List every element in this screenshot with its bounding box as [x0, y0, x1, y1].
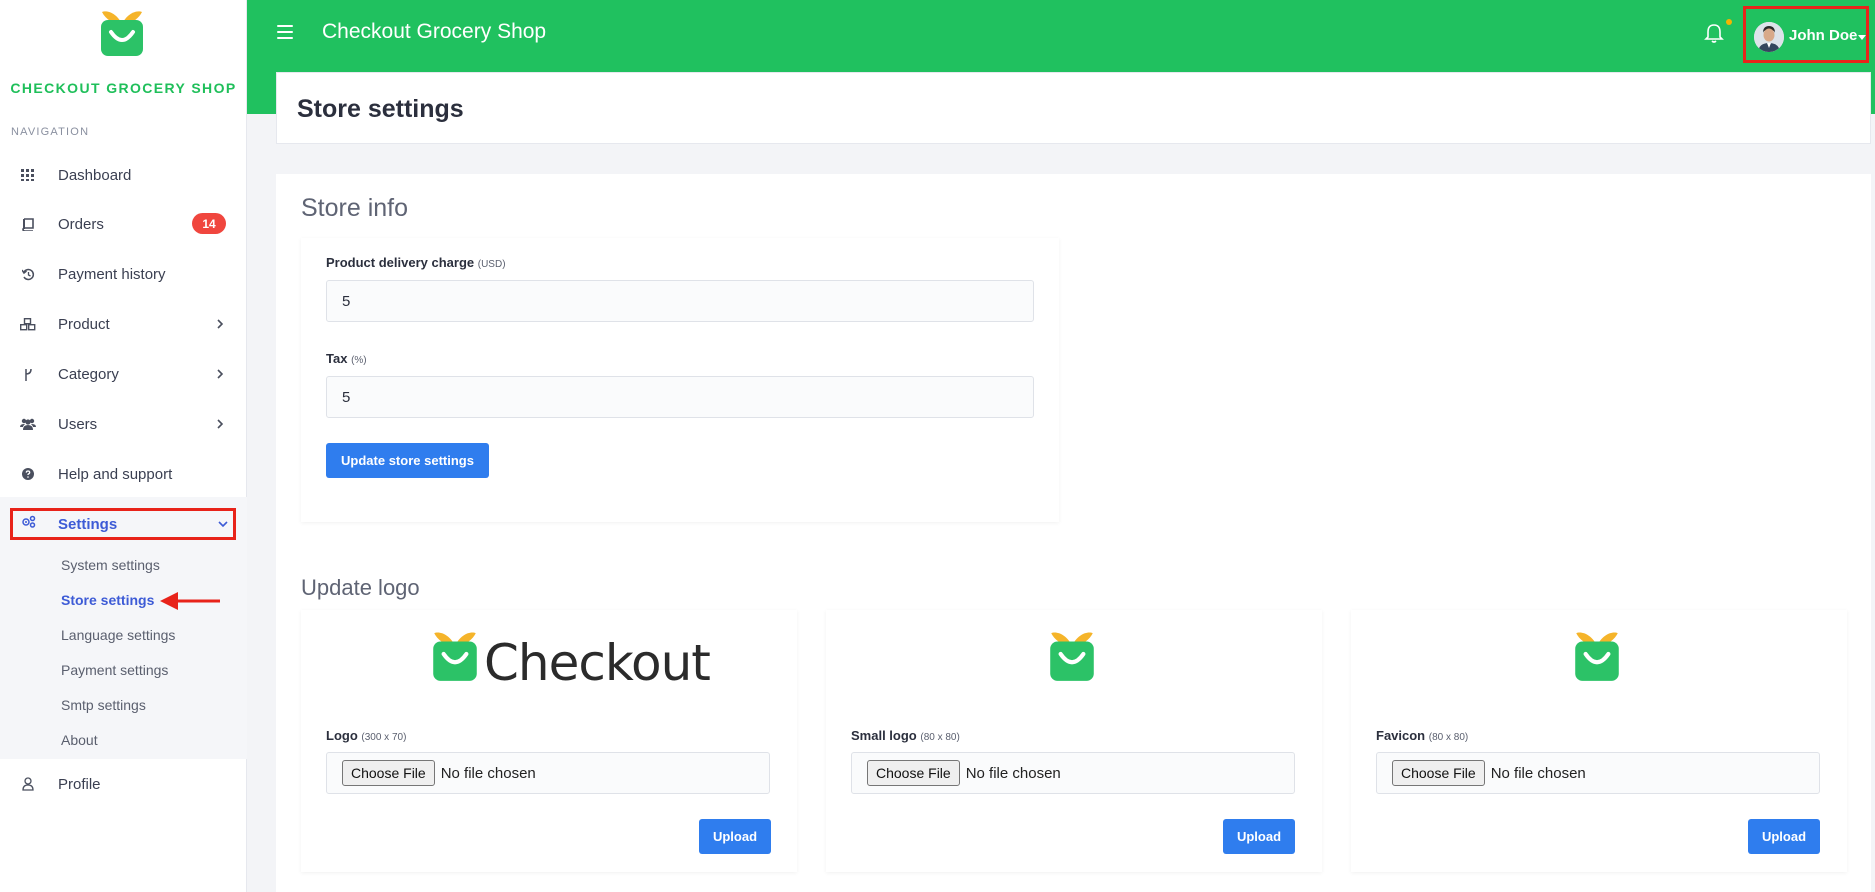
tax-label: Tax (%): [326, 351, 367, 366]
update-store-settings-button[interactable]: Update store settings: [326, 443, 489, 478]
branch-icon: [20, 366, 36, 382]
sidebar-item-label: Dashboard: [58, 166, 132, 184]
grid-icon: [20, 167, 36, 183]
upload-logo-button[interactable]: Upload: [699, 819, 771, 854]
small-logo-label-text: Small logo: [851, 728, 917, 743]
small-logo-size-hint: (80 x 80): [920, 732, 960, 743]
user-name: John Doe: [1789, 27, 1858, 44]
sidebar-item-users[interactable]: Users: [0, 404, 247, 444]
upload-favicon-button[interactable]: Upload: [1748, 819, 1820, 854]
users-icon: [20, 416, 36, 432]
file-status: No file chosen: [965, 764, 1061, 782]
sidebar: CHECKOUT GROCERY SHOP NAVIGATION Dashboa…: [0, 0, 247, 892]
sidebar-item-settings[interactable]: Settings: [10, 508, 236, 540]
small-logo-preview-icon: [1050, 632, 1094, 681]
user-menu[interactable]: John Doe: [1743, 6, 1869, 63]
sidebar-item-label: Category: [58, 365, 119, 383]
sidebar-item-label: Settings: [58, 515, 118, 533]
red-arrow-annotation-icon: [160, 592, 220, 610]
delivery-charge-label-text: Product delivery charge: [326, 255, 475, 270]
brand-name: CHECKOUT GROCERY SHOP: [10, 80, 237, 96]
logo-wordmark: Checkout: [484, 634, 711, 692]
sidebar-item-payment-history[interactable]: Payment history: [0, 254, 247, 294]
store-info-title: Store info: [301, 194, 409, 222]
brand-logo-icon[interactable]: [98, 6, 146, 56]
update-logo-title: Update logo: [301, 575, 420, 600]
sidebar-item-label: Orders: [58, 215, 104, 233]
favicon-label-text: Favicon: [1376, 728, 1426, 743]
submenu-about[interactable]: About: [61, 732, 98, 748]
history-icon: [20, 266, 36, 282]
favicon-file-input[interactable]: Choose File No file chosen: [1376, 752, 1820, 794]
page-header: Store settings: [276, 72, 1871, 144]
logo-file-input[interactable]: Choose File No file chosen: [326, 752, 770, 794]
caret-down-icon: [1858, 35, 1866, 40]
page-title: Store settings: [297, 95, 464, 123]
nav-caption: NAVIGATION: [11, 126, 90, 138]
file-status: No file chosen: [440, 764, 536, 782]
submenu-store-settings[interactable]: Store settings: [61, 592, 154, 608]
chevron-right-icon: [217, 369, 224, 379]
tax-unit: (%): [351, 355, 367, 366]
small-logo-field-label: Small logo (80 x 80): [851, 728, 960, 743]
submenu-smtp-settings[interactable]: Smtp settings: [61, 697, 146, 713]
app-title: Checkout Grocery Shop: [322, 20, 547, 43]
submenu-system-settings[interactable]: System settings: [61, 557, 160, 573]
bell-icon[interactable]: [1704, 22, 1724, 44]
notification-dot: [1726, 19, 1732, 25]
sidebar-item-product[interactable]: Product: [0, 304, 247, 344]
choose-file-button[interactable]: Choose File: [1392, 760, 1485, 786]
upload-small-logo-button[interactable]: Upload: [1223, 819, 1295, 854]
small-logo-file-input[interactable]: Choose File No file chosen: [851, 752, 1295, 794]
question-circle-icon: [20, 466, 36, 482]
cubes-icon: [20, 316, 36, 332]
sidebar-item-label: Help and support: [58, 465, 173, 483]
brand-logo-icon: [433, 632, 477, 681]
file-status: No file chosen: [1490, 764, 1586, 782]
favicon-size-hint: (80 x 80): [1428, 732, 1469, 743]
logo-size-hint: (300 x 70): [361, 732, 407, 743]
chevron-right-icon: [217, 419, 224, 429]
favicon-preview-icon: [1575, 632, 1619, 681]
chevron-right-icon: [217, 319, 224, 329]
chevron-down-icon: [218, 521, 228, 528]
sidebar-item-help-and-support[interactable]: Help and support: [0, 454, 247, 494]
sidebar-item-label: Product: [58, 315, 110, 333]
tax-label-text: Tax: [326, 351, 348, 366]
choose-file-button[interactable]: Choose File: [342, 760, 435, 786]
submenu-payment-settings[interactable]: Payment settings: [61, 662, 168, 678]
sidebar-item-profile[interactable]: Profile: [0, 764, 247, 804]
choose-file-button[interactable]: Choose File: [867, 760, 960, 786]
tax-input[interactable]: [326, 376, 1034, 418]
user-icon: [20, 776, 36, 792]
delivery-charge-label: Product delivery charge (USD): [326, 255, 506, 270]
favicon-field-label: Favicon (80 x 80): [1376, 728, 1468, 743]
sidebar-item-label: Users: [58, 415, 98, 433]
orders-count-badge: 14: [192, 213, 226, 234]
menu-toggle-icon[interactable]: [277, 25, 293, 41]
submenu-language-settings[interactable]: Language settings: [61, 627, 175, 643]
delivery-charge-input[interactable]: [326, 280, 1034, 322]
delivery-charge-unit: (USD): [477, 259, 506, 270]
sidebar-item-dashboard[interactable]: Dashboard: [0, 155, 247, 195]
sidebar-item-label: Profile: [58, 775, 101, 793]
sidebar-item-orders[interactable]: Orders 14: [0, 204, 247, 244]
gears-icon: [21, 515, 36, 533]
logo-field-label: Logo (300 x 70): [326, 728, 406, 743]
sidebar-item-category[interactable]: Category: [0, 354, 247, 394]
book-icon: [20, 216, 36, 232]
avatar: [1754, 22, 1784, 52]
sidebar-item-label: Payment history: [58, 265, 166, 283]
logo-label-text: Logo: [326, 728, 358, 743]
